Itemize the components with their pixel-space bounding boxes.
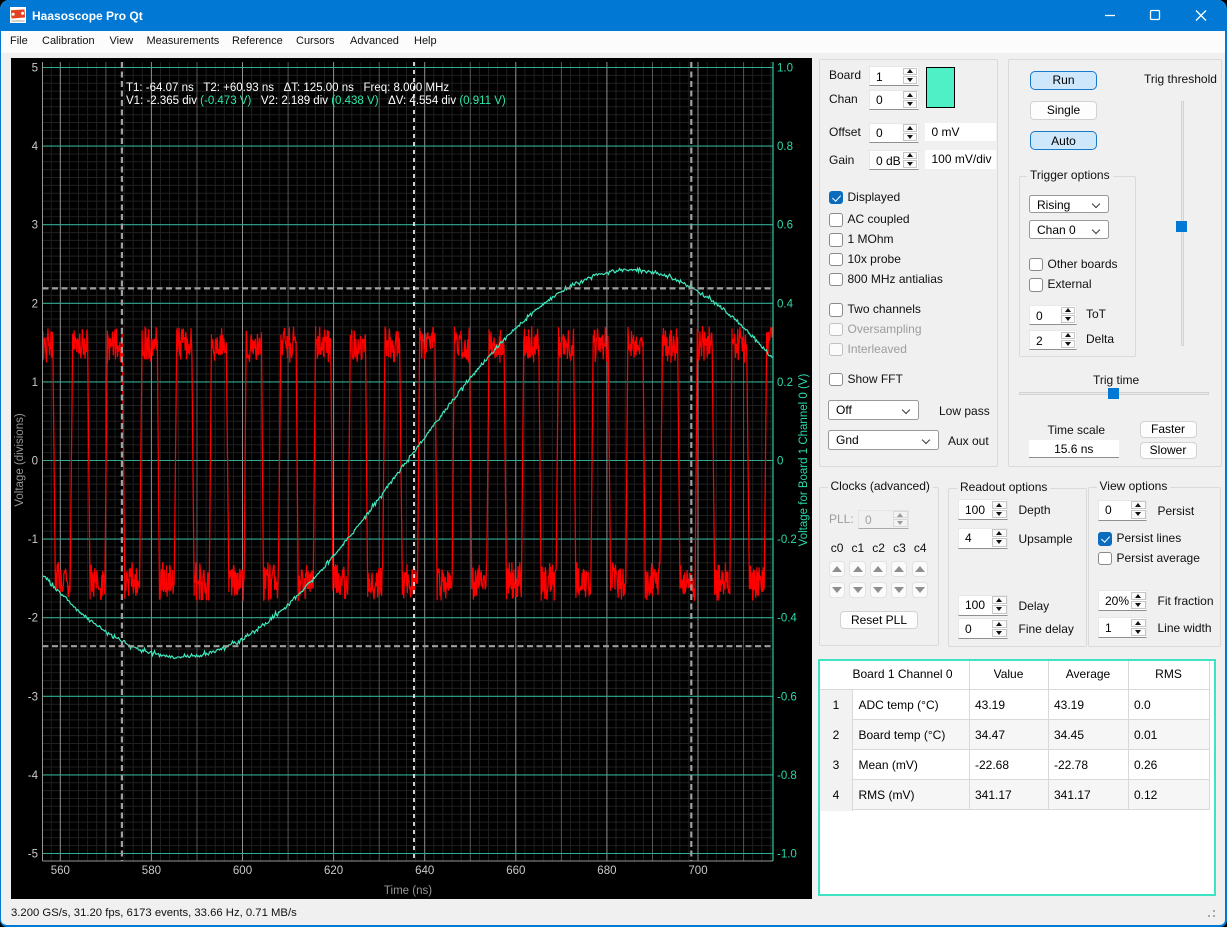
svg-text:0.8: 0.8 xyxy=(777,141,793,153)
svg-text:1: 1 xyxy=(32,377,38,389)
svg-text:-0.2: -0.2 xyxy=(777,534,797,546)
svg-text:-1: -1 xyxy=(28,534,38,546)
svg-text:2: 2 xyxy=(32,298,38,310)
svg-text:700: 700 xyxy=(688,865,707,877)
svg-text:Voltage (divisions): Voltage (divisions) xyxy=(14,413,26,506)
svg-text:V1: -2.365 div (-0.473 V) V2: V1: -2.365 div (-0.473 V) V2: 2.189 div … xyxy=(126,95,506,107)
svg-text:1.0: 1.0 xyxy=(777,63,793,75)
svg-text:660: 660 xyxy=(506,865,525,877)
svg-text:4: 4 xyxy=(32,141,39,153)
svg-text:5: 5 xyxy=(32,63,38,75)
svg-text:640: 640 xyxy=(415,865,434,877)
svg-text:-0.6: -0.6 xyxy=(777,691,797,703)
svg-text:620: 620 xyxy=(324,865,343,877)
svg-text:-4: -4 xyxy=(28,770,39,782)
svg-text:560: 560 xyxy=(51,865,70,877)
svg-text:680: 680 xyxy=(597,865,616,877)
svg-text:Voltage for Board 1 Channel 0: Voltage for Board 1 Channel 0 (V) xyxy=(798,374,810,547)
svg-text:0: 0 xyxy=(32,456,38,468)
svg-text:600: 600 xyxy=(233,865,252,877)
svg-text:-1.0: -1.0 xyxy=(777,849,797,861)
svg-text:580: 580 xyxy=(142,865,161,877)
svg-text:0.4: 0.4 xyxy=(777,298,794,310)
svg-text:Time (ns): Time (ns) xyxy=(384,885,432,897)
svg-text:0: 0 xyxy=(777,456,783,468)
svg-text:0.6: 0.6 xyxy=(777,220,793,232)
svg-text:-0.8: -0.8 xyxy=(777,770,797,782)
svg-text:-5: -5 xyxy=(28,849,38,861)
svg-text:T1: -64.07 ns T2: +60.93 ns: T1: -64.07 ns T2: +60.93 ns ΔT: 125.00 n… xyxy=(126,82,449,94)
svg-text:-3: -3 xyxy=(28,691,38,703)
svg-text:0.2: 0.2 xyxy=(777,377,793,389)
svg-text:3: 3 xyxy=(32,220,38,232)
svg-text:-0.4: -0.4 xyxy=(777,613,797,625)
svg-text:-2: -2 xyxy=(28,613,38,625)
